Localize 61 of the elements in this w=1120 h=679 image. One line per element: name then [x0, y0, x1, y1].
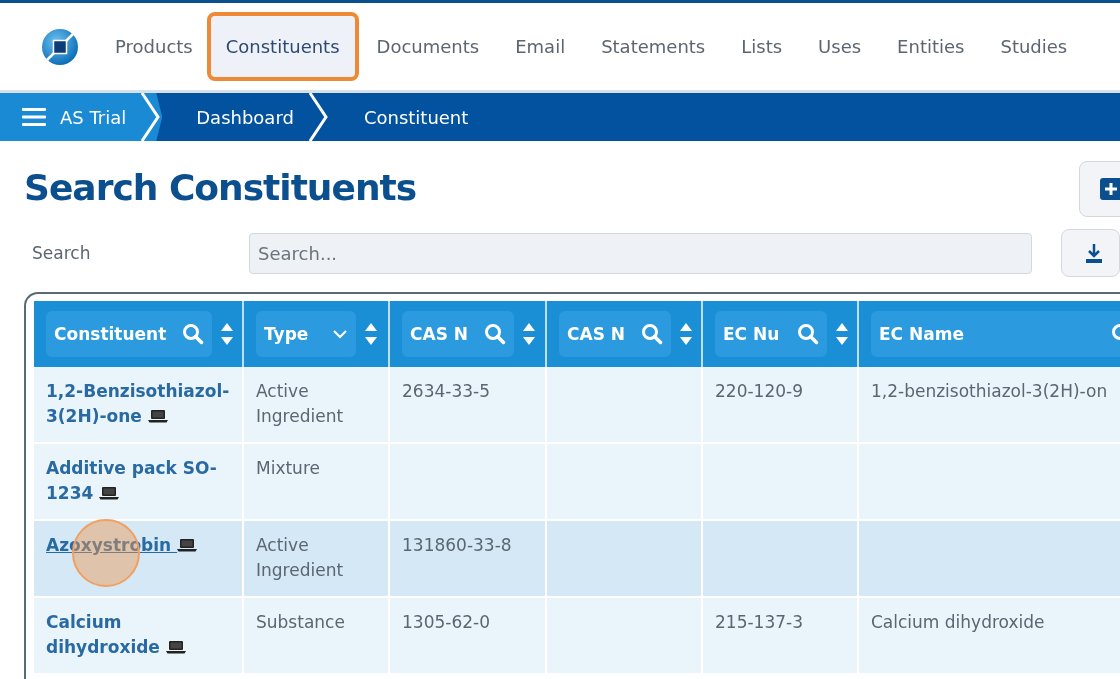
nav-tab[interactable]: Entities [883, 10, 979, 83]
sort-icon[interactable] [364, 322, 378, 346]
laptop-icon [147, 409, 168, 423]
nav-tab[interactable]: Products [101, 10, 207, 83]
table-cell: 131860-33-8 [390, 521, 547, 598]
column-filter[interactable]: EC Name [871, 311, 1120, 357]
table-cell: 220-120-9 [703, 367, 859, 444]
table-cell: 1,2-benzisothiazol-3(2H)-on [859, 367, 1120, 444]
sort-icon[interactable] [679, 322, 693, 346]
search-icon [484, 323, 506, 345]
plus-icon [1100, 177, 1120, 200]
constituent-link[interactable]: 1,2-Benzisothiazol-3(2H)-one [46, 379, 230, 429]
breadcrumb-link[interactable]: Constituent [363, 106, 469, 128]
search-icon [641, 323, 663, 345]
column-header: EC Nu [723, 324, 780, 344]
nav-tab[interactable]: Constituents [206, 12, 359, 81]
nav-tab[interactable]: Uses [804, 10, 876, 83]
column-header: CAS N [410, 324, 469, 344]
column-header: Type [264, 324, 309, 344]
download-button[interactable] [1060, 229, 1120, 277]
constituent-link[interactable]: Calcium dihydroxide [46, 610, 230, 660]
nav-tab[interactable]: Studies [986, 10, 1082, 83]
nav-tab[interactable]: Lists [727, 10, 797, 83]
caret-icon [332, 329, 348, 339]
breadcrumb-link[interactable]: AS Trial [60, 106, 127, 128]
laptop-icon [165, 640, 186, 654]
table-cell: 215-137-3 [703, 598, 859, 675]
sort-icon[interactable] [835, 322, 849, 346]
column-filter[interactable]: Constituent [46, 311, 212, 357]
search-icon [182, 323, 204, 345]
menu-icon[interactable] [22, 107, 46, 127]
search-icon [797, 323, 819, 345]
table-cell: Mixture [244, 444, 390, 521]
column-header: EC Name [879, 324, 964, 344]
logo-icon[interactable] [41, 27, 79, 66]
nav-tab[interactable]: Documents [362, 10, 494, 83]
laptop-icon [99, 486, 120, 500]
breadcrumb-link[interactable]: Dashboard [196, 106, 294, 128]
constituent-link[interactable]: Additive pack SO-1234 [46, 456, 230, 506]
page-title: Search Constituents [24, 166, 417, 208]
column-filter[interactable]: Type [256, 311, 356, 357]
download-icon [1085, 242, 1102, 264]
table-cell: Active Ingredient [244, 521, 390, 598]
sort-icon[interactable] [220, 322, 234, 346]
table-cell: Substance [244, 598, 390, 675]
column-filter[interactable]: EC Nu [715, 311, 827, 357]
column-header: CAS N [567, 324, 626, 344]
search-field[interactable]: Search... [249, 232, 1032, 274]
column-header: Constituent [54, 324, 167, 344]
table-cell: 2634-33-5 [390, 367, 547, 444]
column-filter[interactable]: CAS N [402, 311, 514, 357]
column-filter[interactable]: CAS N [559, 311, 671, 357]
laptop-icon [177, 538, 198, 552]
sort-icon[interactable] [522, 322, 536, 346]
table-cell: Calcium dihydroxide [859, 598, 1120, 675]
table-cell: Active Ingredient [244, 367, 390, 444]
nav-tab[interactable]: Email [501, 10, 580, 83]
chevron-separator-icon [307, 93, 330, 141]
nav-tab[interactable]: Statements [587, 10, 720, 83]
search-label: Search [31, 243, 92, 263]
table-cell: 1305-62-0 [390, 598, 547, 675]
